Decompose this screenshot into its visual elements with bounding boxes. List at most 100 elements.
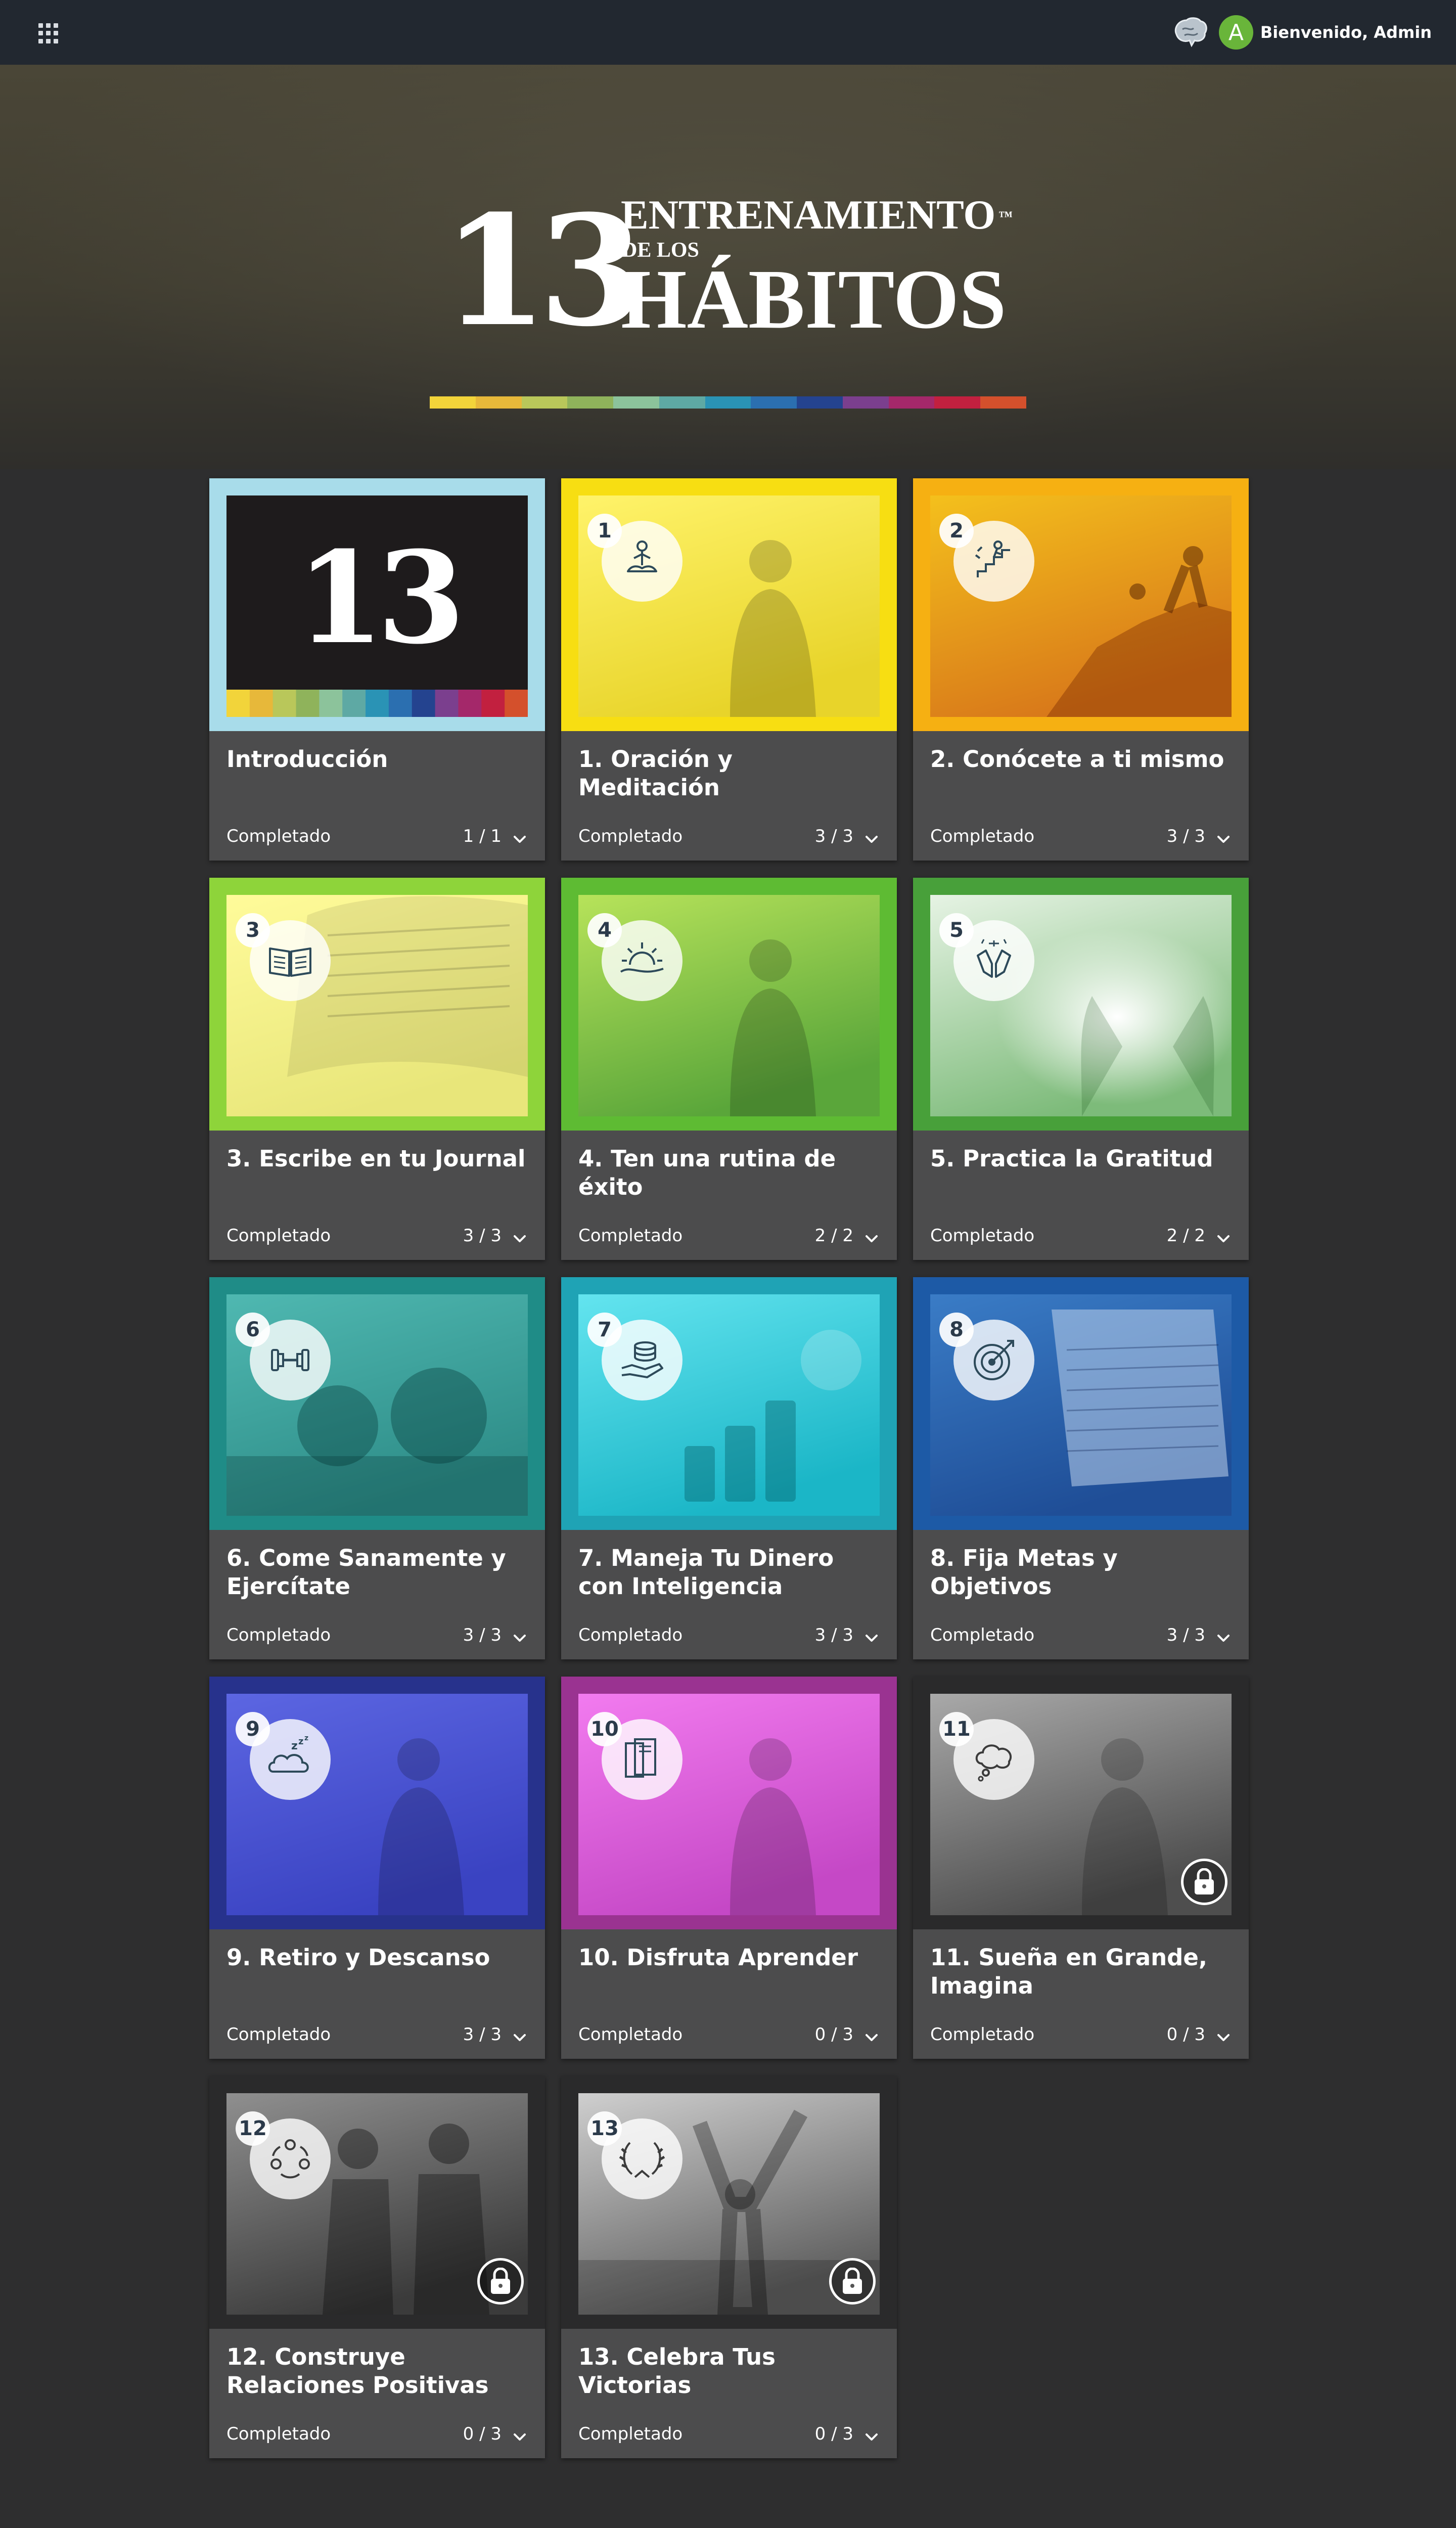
course-title[interactable]: Introducción xyxy=(226,745,530,774)
course-card[interactable]: 13 13. Celebra Tus Victorias Completado … xyxy=(561,2076,897,2458)
course-thumbnail[interactable]: 13 xyxy=(561,2076,897,2329)
course-thumbnail[interactable]: 13 xyxy=(209,478,545,731)
course-title[interactable]: 10. Disfruta Aprender xyxy=(578,1944,882,1972)
course-progress: 0 / 3 xyxy=(814,2424,853,2444)
course-thumbnail[interactable]: 7 xyxy=(561,1277,897,1530)
course-thumbnail[interactable]: 3 xyxy=(209,878,545,1131)
course-card[interactable]: 11 11. Sueña en Grande, Imagina Completa… xyxy=(913,1677,1249,2059)
course-thumbnail[interactable]: zzz 9 xyxy=(209,1677,545,1929)
stripe-segment xyxy=(797,396,843,409)
chevron-down-icon[interactable] xyxy=(511,830,529,848)
stripe-segment xyxy=(430,396,476,409)
chevron-down-icon[interactable] xyxy=(511,1629,529,1647)
course-title[interactable]: 8. Fija Metas y Objetivos xyxy=(930,1544,1234,1601)
chevron-down-icon[interactable] xyxy=(511,1230,529,1248)
course-card[interactable]: 13 Introducción Completado 1 / 1 xyxy=(209,478,545,861)
stripe-segment xyxy=(934,396,981,409)
svg-text:z: z xyxy=(291,1740,298,1752)
course-card[interactable]: 12 12. Construye Relaciones Positivas Co… xyxy=(209,2076,545,2458)
chevron-down-icon[interactable] xyxy=(511,2028,529,2047)
avatar[interactable]: A xyxy=(1218,15,1253,50)
svg-text:z: z xyxy=(298,1736,303,1747)
course-number: 6 xyxy=(236,1313,270,1347)
course-progress: 0 / 3 xyxy=(463,2424,502,2444)
chevron-down-icon[interactable] xyxy=(1214,830,1233,848)
lock-icon xyxy=(829,2258,876,2305)
brain-logo-icon xyxy=(1174,17,1207,48)
course-title[interactable]: 7. Maneja Tu Dinero con Inteligencia xyxy=(578,1544,882,1601)
chevron-down-icon[interactable] xyxy=(862,2028,881,2047)
course-number: 4 xyxy=(587,913,622,947)
svg-text:13: 13 xyxy=(296,523,458,672)
course-card[interactable]: 2 2. Conócete a ti mismo Completado 3 / … xyxy=(913,478,1249,861)
chevron-down-icon[interactable] xyxy=(862,1629,881,1647)
course-thumbnail[interactable]: 5 xyxy=(913,878,1249,1131)
chevron-down-icon[interactable] xyxy=(862,1230,881,1248)
course-thumbnail[interactable]: 4 xyxy=(561,878,897,1131)
logo-line3: HÁBITOS xyxy=(621,252,1007,346)
course-progress: 3 / 3 xyxy=(1166,1625,1205,1645)
color-stripe xyxy=(430,396,1026,409)
course-thumbnail[interactable]: 2 xyxy=(913,478,1249,731)
course-thumbnail[interactable]: 6 xyxy=(209,1277,545,1530)
course-number: 11 xyxy=(939,1712,974,1746)
course-title[interactable]: 5. Practica la Gratitud xyxy=(930,1145,1234,1173)
course-card[interactable]: 6 6. Come Sanamente y Ejercítate Complet… xyxy=(209,1277,545,1659)
welcome-text[interactable]: Bienvenido, Admin xyxy=(1260,23,1432,42)
course-card[interactable]: 3 3. Escribe en tu Journal Completado 3 … xyxy=(209,878,545,1260)
course-status: Completado xyxy=(578,2424,683,2444)
course-progress: 0 / 3 xyxy=(814,2024,853,2045)
course-card[interactable]: zzz 9 9. Retiro y Descanso Completado 3 … xyxy=(209,1677,545,2059)
course-title[interactable]: 13. Celebra Tus Victorias xyxy=(578,2343,882,2400)
course-progress: 3 / 3 xyxy=(814,826,853,846)
stripe-segment xyxy=(751,396,797,409)
course-title[interactable]: 1. Oración y Meditación xyxy=(578,745,882,802)
course-thumbnail[interactable]: 1 xyxy=(561,478,897,731)
course-status: Completado xyxy=(226,1625,331,1645)
course-number: 12 xyxy=(236,2111,270,2146)
chevron-down-icon[interactable] xyxy=(1214,2028,1233,2047)
grid-icon[interactable] xyxy=(38,23,59,43)
course-card[interactable]: 10 10. Disfruta Aprender Completado 0 / … xyxy=(561,1677,897,2059)
lock-icon xyxy=(1181,1859,1227,1905)
course-progress: 2 / 2 xyxy=(1166,1226,1205,1246)
stripe-segment xyxy=(980,396,1026,409)
course-status: Completado xyxy=(930,1226,1035,1246)
course-thumbnail[interactable]: 11 xyxy=(913,1677,1249,1929)
chevron-down-icon[interactable] xyxy=(862,2428,881,2446)
course-card[interactable]: 7 7. Maneja Tu Dinero con Inteligencia C… xyxy=(561,1277,897,1659)
stripe-segment xyxy=(842,396,889,409)
course-card[interactable]: 4 4. Ten una rutina de éxito Completado … xyxy=(561,878,897,1260)
course-title[interactable]: 9. Retiro y Descanso xyxy=(226,1944,530,1972)
stripe-segment xyxy=(613,396,659,409)
course-number: 7 xyxy=(587,1313,622,1347)
chevron-down-icon[interactable] xyxy=(511,2428,529,2446)
course-title[interactable]: 6. Come Sanamente y Ejercítate xyxy=(226,1544,530,1601)
stripe-segment xyxy=(567,396,614,409)
course-number: 13 xyxy=(587,2111,622,2146)
course-progress: 3 / 3 xyxy=(463,1625,502,1645)
lock-icon xyxy=(477,2258,524,2305)
course-thumbnail[interactable]: 8 xyxy=(913,1277,1249,1530)
course-title[interactable]: 2. Conócete a ti mismo xyxy=(930,745,1234,774)
chevron-down-icon[interactable] xyxy=(1214,1629,1233,1647)
stripe-segment xyxy=(888,396,935,409)
course-card[interactable]: 1 1. Oración y Meditación Completado 3 /… xyxy=(561,478,897,861)
chevron-down-icon[interactable] xyxy=(1214,1230,1233,1248)
course-title[interactable]: 12. Construye Relaciones Positivas xyxy=(226,2343,530,2400)
course-title[interactable]: 3. Escribe en tu Journal xyxy=(226,1145,530,1173)
course-status: Completado xyxy=(578,1625,683,1645)
course-title[interactable]: 4. Ten una rutina de éxito xyxy=(578,1145,882,1201)
course-thumbnail[interactable]: 10 xyxy=(561,1677,897,1929)
course-progress: 3 / 3 xyxy=(463,1226,502,1246)
course-card[interactable]: 5 5. Practica la Gratitud Completado 2 /… xyxy=(913,878,1249,1260)
course-progress: 2 / 2 xyxy=(814,1226,853,1246)
logo-line1: ENTRENAMIENTO ™ xyxy=(621,192,1013,238)
course-title[interactable]: 11. Sueña en Grande, Imagina xyxy=(930,1944,1234,2000)
logo-number: 13 xyxy=(442,182,645,360)
course-status: Completado xyxy=(930,826,1035,846)
chevron-down-icon[interactable] xyxy=(862,830,881,848)
course-thumbnail[interactable]: 12 xyxy=(209,2076,545,2329)
course-card[interactable]: 8 8. Fija Metas y Objetivos Completado 3… xyxy=(913,1277,1249,1659)
course-progress: 3 / 3 xyxy=(814,1625,853,1645)
